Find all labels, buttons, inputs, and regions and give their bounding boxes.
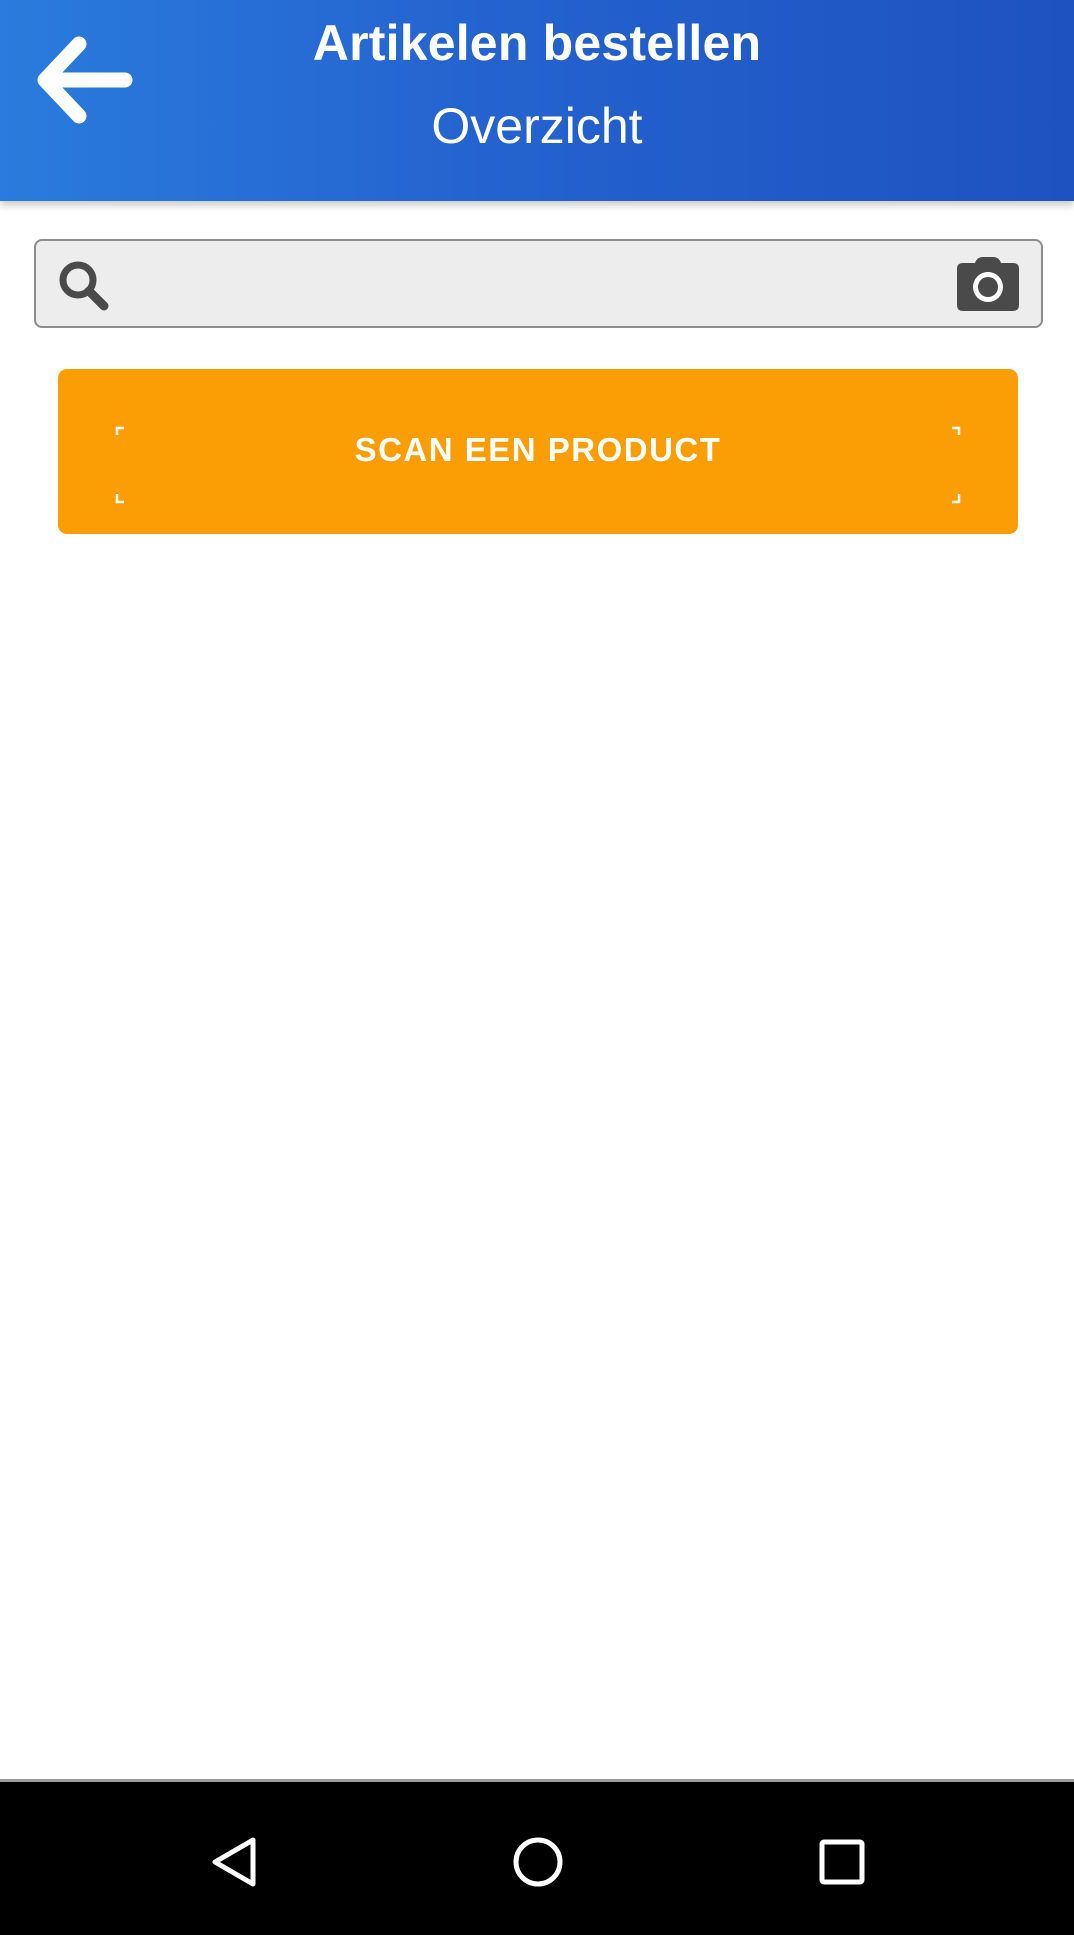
app-screen: Artikelen bestellen Overzicht SCAN EEN P… (0, 0, 1074, 1935)
search-input[interactable] (130, 249, 950, 319)
nav-home-button[interactable] (498, 1822, 578, 1902)
nav-recents-button[interactable] (802, 1822, 882, 1902)
search-icon (59, 261, 109, 311)
camera-icon[interactable] (955, 255, 1021, 313)
page-subtitle: Overzicht (431, 98, 643, 154)
triangle-back-icon (212, 1837, 256, 1887)
square-recents-icon (819, 1839, 865, 1885)
system-navigation-bar (0, 1779, 1074, 1935)
app-header: Artikelen bestellen Overzicht (0, 0, 1074, 201)
page-title: Artikelen bestellen (312, 15, 762, 71)
circle-home-icon (513, 1837, 563, 1887)
scan-button-label: SCAN EEN PRODUCT (354, 431, 722, 468)
scan-product-button[interactable]: SCAN EEN PRODUCT (58, 369, 1018, 534)
nav-back-button[interactable] (195, 1822, 275, 1902)
search-bar[interactable] (34, 239, 1043, 328)
